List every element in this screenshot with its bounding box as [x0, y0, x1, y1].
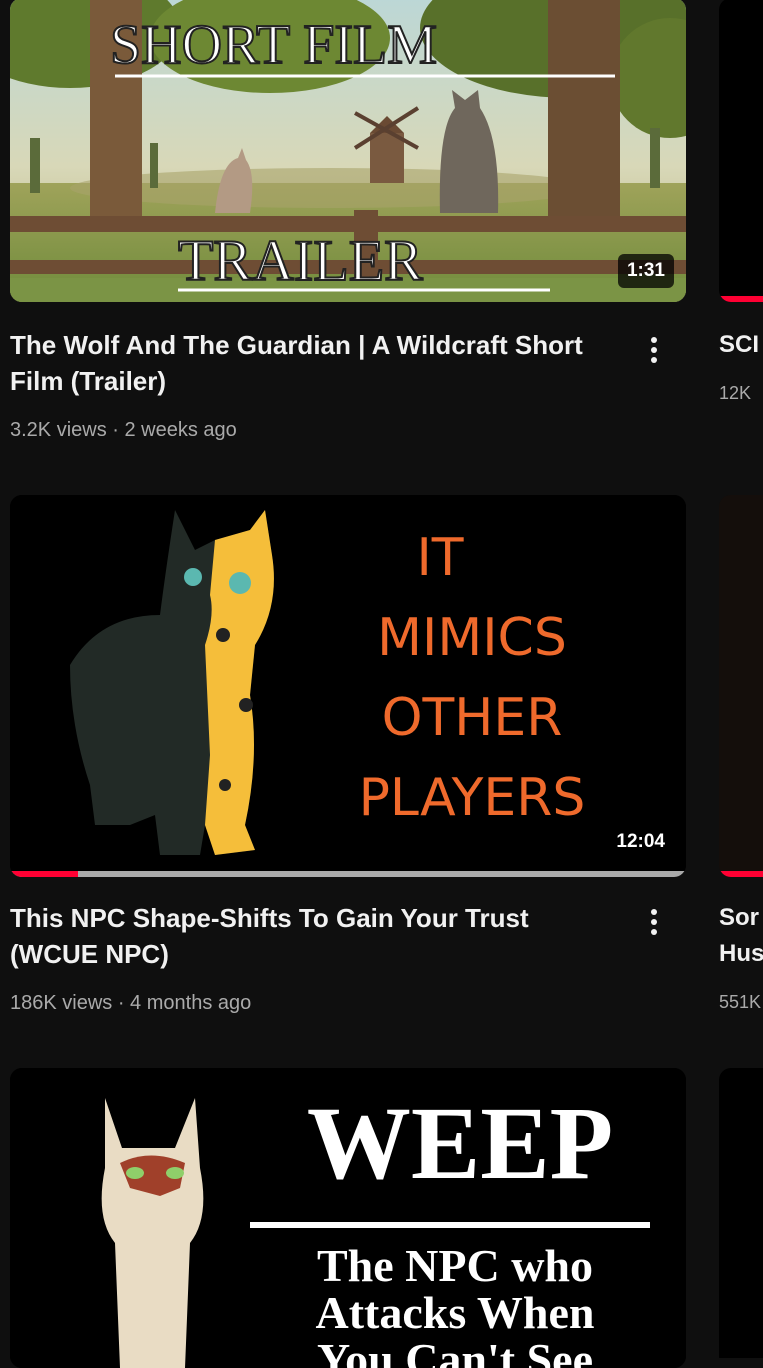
video-meta: 551K [719, 992, 762, 1012]
thumbnail-image: WEEP The NPC who Attacks When You Can't … [10, 1068, 686, 1368]
video-title[interactable]: This NPC Shape-Shifts To Gain Your Trust… [10, 900, 610, 972]
duration-badge: 12:04 [616, 831, 665, 852]
thumb-text-top: SHORT FILM [110, 14, 437, 76]
thumb-text-bottom: TRAILER [178, 228, 423, 293]
thumb-text-sub2: Attacks When [315, 1287, 594, 1338]
video-title[interactable]: Sor [719, 900, 759, 936]
thumb-text-headline: WEEP [307, 1086, 613, 1201]
video-thumbnail[interactable] [719, 1068, 763, 1358]
thumbnail-image: SHORT FILM TRAILER [10, 0, 686, 302]
next-column-peek[interactable]: SCI 12K Sor Hus 551K [719, 0, 763, 1358]
video-meta: 12K [719, 383, 752, 403]
more-options-icon[interactable] [646, 333, 662, 373]
video-thumbnail[interactable] [719, 495, 763, 877]
video-thumbnail[interactable] [719, 0, 763, 302]
thumb-text-line1: IT [416, 528, 463, 588]
thumb-text-sub3: You Can't See [317, 1334, 593, 1368]
thumb-text-sub1: The NPC who [317, 1240, 593, 1291]
video-thumbnail[interactable]: WEEP The NPC who Attacks When You Can't … [10, 1068, 686, 1368]
watch-progress-bar [10, 871, 686, 877]
video-title[interactable]: The Wolf And The Guardian | A Wildcraft … [10, 327, 610, 399]
thumbnail-image: IT MIMICS OTHER PLAYERS [10, 495, 686, 877]
watch-progress-fill [10, 871, 78, 877]
video-title[interactable]: SCI [719, 327, 759, 363]
thumb-text-line4: PLAYERS [359, 768, 586, 828]
video-thumbnail[interactable]: IT MIMICS OTHER PLAYERS 12:04 [10, 495, 686, 877]
video-meta: 3.2K views · 2 weeks ago [10, 419, 237, 441]
thumb-text-line3: OTHER [382, 688, 563, 748]
video-meta: 186K views · 4 months ago [10, 992, 252, 1014]
video-title-line2[interactable]: Hus [719, 936, 763, 972]
more-options-icon[interactable] [646, 905, 662, 945]
thumb-text-line2: MIMICS [377, 608, 567, 668]
video-thumbnail[interactable]: SHORT FILM TRAILER 1:31 [10, 0, 686, 302]
duration-badge: 1:31 [617, 254, 674, 288]
